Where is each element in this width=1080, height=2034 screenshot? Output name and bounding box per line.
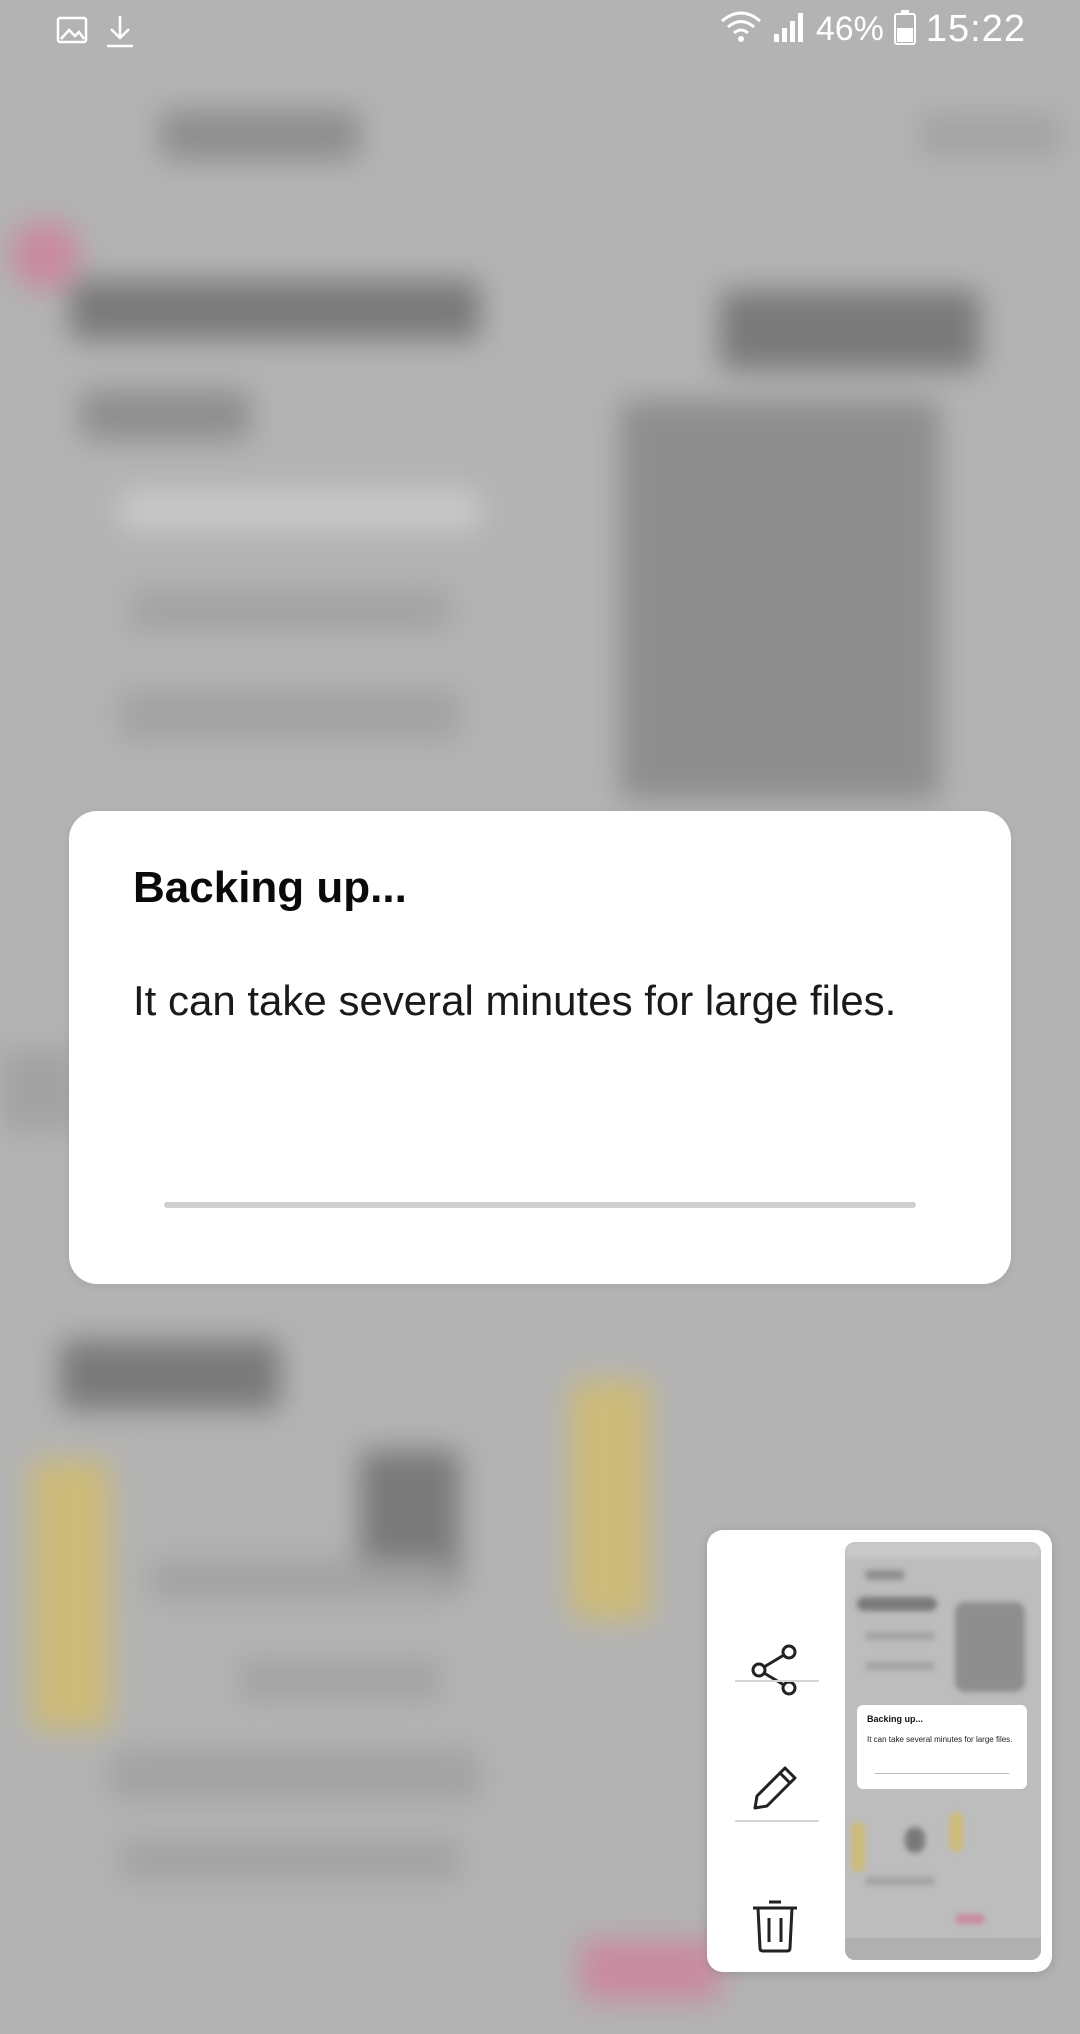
- progress-bar: [164, 1202, 916, 1208]
- thumbnail-navbar: [845, 1938, 1041, 1960]
- screen: 46% 15:22 Backing up... It can take seve…: [0, 0, 1080, 2034]
- clock: 15:22: [925, 8, 1026, 50]
- screenshot-actions: [707, 1530, 843, 1972]
- thumbnail-dialog-title: Backing up...: [867, 1714, 924, 1724]
- divider: [735, 1820, 819, 1822]
- status-right: 46% 15:22: [720, 8, 1026, 51]
- battery-icon: [893, 9, 916, 50]
- edit-button[interactable]: [735, 1750, 815, 1830]
- battery-percent: 46%: [815, 10, 884, 48]
- delete-button[interactable]: [735, 1888, 815, 1968]
- backup-dialog: Backing up... It can take several minute…: [69, 811, 1011, 1284]
- status-bar: 46% 15:22: [0, 0, 1080, 64]
- dialog-message: It can take several minutes for large fi…: [133, 977, 897, 1024]
- share-button[interactable]: [735, 1632, 815, 1712]
- thumbnail-dialog: Backing up... It can take several minute…: [857, 1705, 1027, 1789]
- wifi-icon: [720, 9, 762, 50]
- share-icon: [747, 1642, 803, 1703]
- divider: [735, 1680, 819, 1682]
- dialog-title: Backing up...: [133, 863, 407, 912]
- signal-icon: [772, 10, 806, 49]
- screenshot-panel: Backing up... It can take several minute…: [707, 1530, 1052, 1972]
- gallery-icon: [56, 14, 88, 51]
- edit-icon: [747, 1760, 803, 1821]
- download-icon: [104, 14, 136, 55]
- thumbnail-dialog-message: It can take several minutes for large fi…: [867, 1735, 1013, 1744]
- delete-icon: [747, 1898, 803, 1959]
- thumbnail-progress-bar: [875, 1773, 1009, 1774]
- screenshot-thumbnail[interactable]: Backing up... It can take several minute…: [845, 1542, 1041, 1960]
